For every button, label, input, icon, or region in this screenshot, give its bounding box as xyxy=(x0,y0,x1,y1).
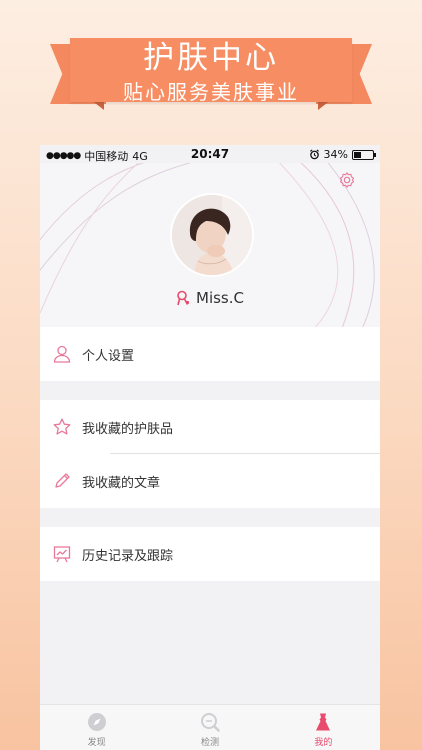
tab-label: 检测 xyxy=(200,738,219,748)
promo-banner: 护肤中心 贴心服务美肤事业 xyxy=(0,0,422,120)
menu-item-favorite-products[interactable]: 我收藏的护肤品 xyxy=(40,400,380,454)
tab-discover[interactable]: 发现 xyxy=(40,705,153,750)
pencil-icon xyxy=(55,473,70,488)
menu-label: 我收藏的护肤品 xyxy=(82,421,174,437)
username-row: Miss.C xyxy=(40,289,380,307)
menu-item-personal-settings[interactable]: 个人设置 xyxy=(40,327,380,381)
tab-bar: 发现 检测 我的 xyxy=(40,704,380,750)
battery-percent: 34% xyxy=(323,148,348,161)
status-bar: ●●●●● 中国移动 4G 20:47 34% xyxy=(40,145,380,163)
banner-title: 护肤中心 xyxy=(143,40,279,76)
menu-label: 历史记录及跟踪 xyxy=(82,548,174,564)
favorites-section: 我收藏的护肤品 我收藏的文章 xyxy=(40,400,380,508)
magnifier-icon xyxy=(200,713,220,732)
menu-label: 我收藏的文章 xyxy=(82,475,161,491)
settings-gear-icon[interactable] xyxy=(338,171,356,189)
username: Miss.C xyxy=(196,289,244,307)
menu-item-history[interactable]: 历史记录及跟踪 xyxy=(40,527,380,581)
dress-icon xyxy=(316,713,331,731)
chart-board-icon xyxy=(53,546,71,563)
tab-label: 发现 xyxy=(87,738,106,748)
star-icon xyxy=(53,418,71,435)
settings-section: 个人设置 xyxy=(40,327,380,381)
profile-header: Miss.C xyxy=(40,163,380,327)
alarm-icon xyxy=(309,149,319,160)
banner-subtitle: 贴心服务美肤事业 xyxy=(123,80,299,104)
history-section: 历史记录及跟踪 xyxy=(40,527,380,581)
avatar-portrait xyxy=(172,195,252,275)
menu-label: 个人设置 xyxy=(82,348,135,364)
avatar[interactable] xyxy=(170,193,254,277)
menu-item-favorite-articles[interactable]: 我收藏的文章 xyxy=(40,454,380,508)
user-icon xyxy=(53,345,71,363)
battery-icon xyxy=(352,149,376,160)
tab-detect[interactable]: 检测 xyxy=(153,705,266,750)
phone-screen: ●●●●● 中国移动 4G 20:47 34% Miss.C 个人设置 我收藏的… xyxy=(40,145,380,750)
compass-icon xyxy=(87,713,106,731)
tab-mine[interactable]: 我的 xyxy=(267,705,380,750)
award-badge-icon xyxy=(177,290,190,306)
tab-label: 我的 xyxy=(314,738,333,748)
